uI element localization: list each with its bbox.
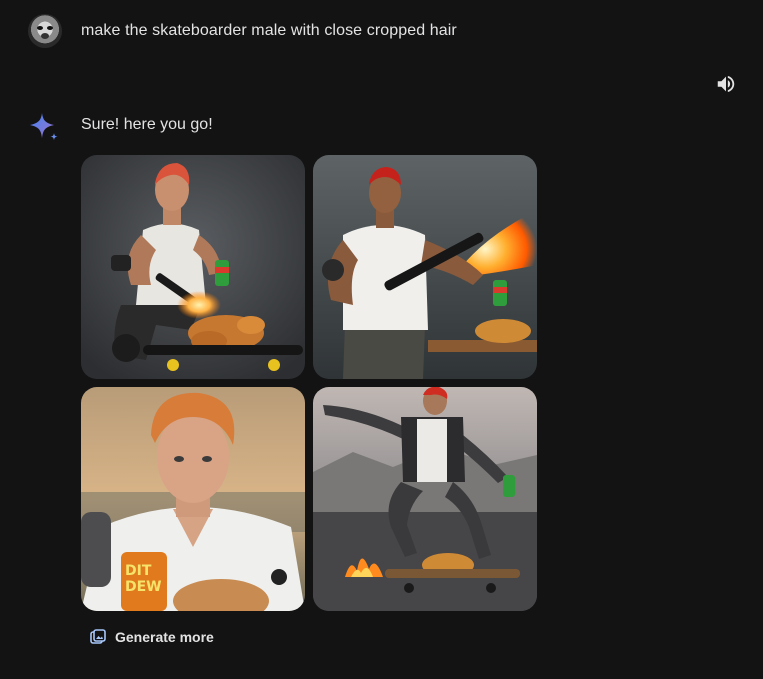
can-label-1: DIT xyxy=(125,563,152,579)
generated-image-2-art xyxy=(313,155,537,379)
generated-image-4-art xyxy=(313,387,537,611)
generated-image-1-art xyxy=(81,155,305,379)
generated-image-4[interactable] xyxy=(313,387,537,611)
generated-image-3[interactable]: DIT DEW xyxy=(81,387,305,611)
user-avatar[interactable] xyxy=(28,14,62,48)
image-generate-icon xyxy=(90,629,106,644)
user-prompt-text: make the skateboarder male with close cr… xyxy=(81,22,457,39)
generated-image-2[interactable] xyxy=(313,155,537,379)
user-message-row: make the skateboarder male with close cr… xyxy=(28,14,457,48)
read-aloud-button[interactable] xyxy=(712,70,740,98)
generate-more-button[interactable]: Generate more xyxy=(80,620,224,654)
generated-image-3-art: DIT DEW xyxy=(81,387,305,611)
gemini-sparkle-icon xyxy=(30,113,58,141)
generated-images-grid: DIT DEW xyxy=(81,155,537,611)
speaker-icon xyxy=(717,75,735,93)
can-label-2: DEW xyxy=(125,579,162,595)
generated-image-1[interactable] xyxy=(81,155,305,379)
chat-page: make the skateboarder male with close cr… xyxy=(0,0,763,679)
generate-more-label: Generate more xyxy=(115,629,214,645)
response-text: Sure! here you go! xyxy=(81,116,213,133)
